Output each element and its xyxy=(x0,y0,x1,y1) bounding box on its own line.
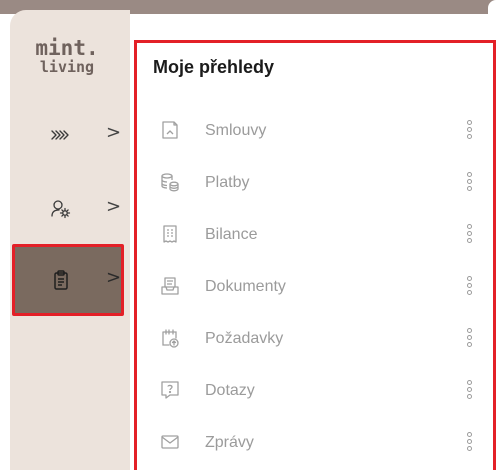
menu-item-balance[interactable]: Bilance xyxy=(137,211,493,259)
chevrons-right-icon xyxy=(50,124,72,146)
menu-item-messages[interactable]: Zprávy xyxy=(137,419,493,467)
chevron-right-icon: > xyxy=(106,196,122,217)
chevron-right-icon: > xyxy=(106,267,122,288)
menu-item-contracts[interactable]: Smlouvy xyxy=(137,107,493,155)
receipt-icon xyxy=(159,223,181,245)
calendar-upload-icon xyxy=(159,327,181,349)
overview-panel: Moje přehledy Smlouvy Platby Bilance Dok… xyxy=(134,40,496,470)
menu-item-label: Zprávy xyxy=(205,434,254,451)
logo[interactable]: mint. living xyxy=(24,38,110,75)
menu-item-label: Bilance xyxy=(205,226,258,243)
menu-item-requests[interactable]: Požadavky xyxy=(137,315,493,363)
menu-item-label: Požadavky xyxy=(205,330,284,347)
chevron-right-icon: > xyxy=(106,122,122,143)
more-options-icon[interactable] xyxy=(467,328,473,350)
more-options-icon[interactable] xyxy=(467,432,473,454)
menu-item-questions[interactable]: Dotazy xyxy=(137,367,493,415)
more-options-icon[interactable] xyxy=(467,172,473,194)
menu-item-label: Dotazy xyxy=(205,382,255,399)
more-options-icon[interactable] xyxy=(467,224,473,246)
inbox-document-icon xyxy=(159,275,181,297)
menu-item-label: Smlouvy xyxy=(205,122,267,139)
more-options-icon[interactable] xyxy=(467,120,473,142)
more-options-icon[interactable] xyxy=(467,380,473,402)
sidebar-item-user-settings[interactable]: > xyxy=(10,176,130,240)
coins-icon xyxy=(159,171,181,193)
logo-line-2: living xyxy=(39,58,95,76)
envelope-icon xyxy=(159,431,181,453)
sidebar-item-moves[interactable]: > xyxy=(10,102,130,166)
panel-title: Moje přehledy xyxy=(153,57,275,77)
menu-item-payments[interactable]: Platby xyxy=(137,159,493,207)
menu-item-label: Platby xyxy=(205,174,250,191)
menu-item-label: Dokumenty xyxy=(205,278,286,295)
contract-icon xyxy=(159,119,181,141)
clipboard-icon xyxy=(50,269,72,291)
logo-line-1: mint. xyxy=(35,36,99,60)
sidebar-item-overviews[interactable]: > xyxy=(10,244,130,316)
question-box-icon xyxy=(159,379,181,401)
more-options-icon[interactable] xyxy=(467,276,473,298)
menu-item-documents[interactable]: Dokumenty xyxy=(137,263,493,311)
sidebar: mint. living > > > xyxy=(10,10,130,470)
user-settings-icon xyxy=(50,198,72,220)
